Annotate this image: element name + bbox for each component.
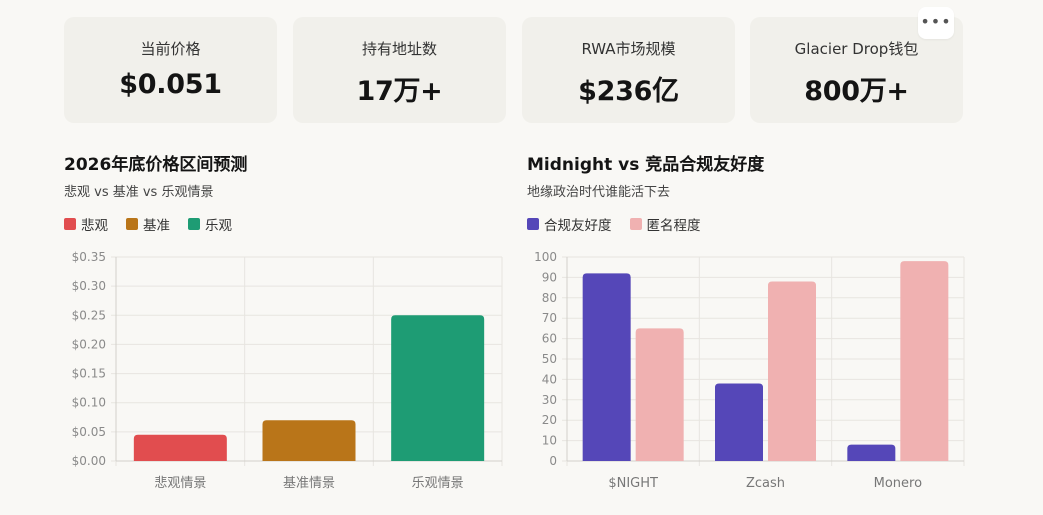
y-tick-label: $0.05 xyxy=(72,425,106,439)
x-tick-label: Zcash xyxy=(746,476,785,491)
y-tick-label: $0.35 xyxy=(72,250,106,264)
bar-anonymity-1 xyxy=(635,328,684,461)
y-tick-label: 30 xyxy=(542,393,557,407)
x-tick-label: 基准情景 xyxy=(283,476,335,491)
x-tick-label: Monero xyxy=(874,476,922,491)
bar-anonymity-2 xyxy=(768,281,816,461)
y-tick-label: $0.20 xyxy=(72,337,106,351)
y-tick-label: 50 xyxy=(542,352,557,366)
bar-1 xyxy=(133,434,227,461)
bar-3 xyxy=(391,315,485,461)
bar-compliance-1 xyxy=(582,273,631,461)
y-tick-label: $0.10 xyxy=(72,396,106,410)
y-tick-label: $0.15 xyxy=(72,367,106,381)
x-tick-label: $NIGHT xyxy=(608,476,658,491)
x-tick-label: 乐观情景 xyxy=(412,476,464,491)
y-tick-label: 90 xyxy=(542,270,557,284)
y-tick-label: 60 xyxy=(542,332,557,346)
price-forecast-chart: $0.00 $0.05 $0.10 $0.15 $0.20 $0.25 $0.30 $0.35… xyxy=(72,250,965,491)
y-tick-label: 0 xyxy=(549,454,557,468)
y-tick-label: $0.30 xyxy=(72,279,106,293)
y-tick-label: 70 xyxy=(542,311,557,325)
bar-compliance-2 xyxy=(715,383,763,461)
y-tick-label: 100 xyxy=(534,250,557,264)
y-tick-label: 10 xyxy=(542,434,557,448)
y-tick-label: 20 xyxy=(542,413,557,427)
bar-anonymity-3 xyxy=(900,261,949,461)
y-tick-label: 40 xyxy=(542,372,557,386)
x-tick-label: 悲观情景 xyxy=(154,475,206,491)
bar-compliance-3 xyxy=(847,444,896,461)
y-tick-label: 80 xyxy=(542,291,557,305)
y-tick-label: $0.25 xyxy=(72,308,106,322)
bar-2 xyxy=(262,420,356,461)
y-tick-label: $0.00 xyxy=(72,454,106,468)
